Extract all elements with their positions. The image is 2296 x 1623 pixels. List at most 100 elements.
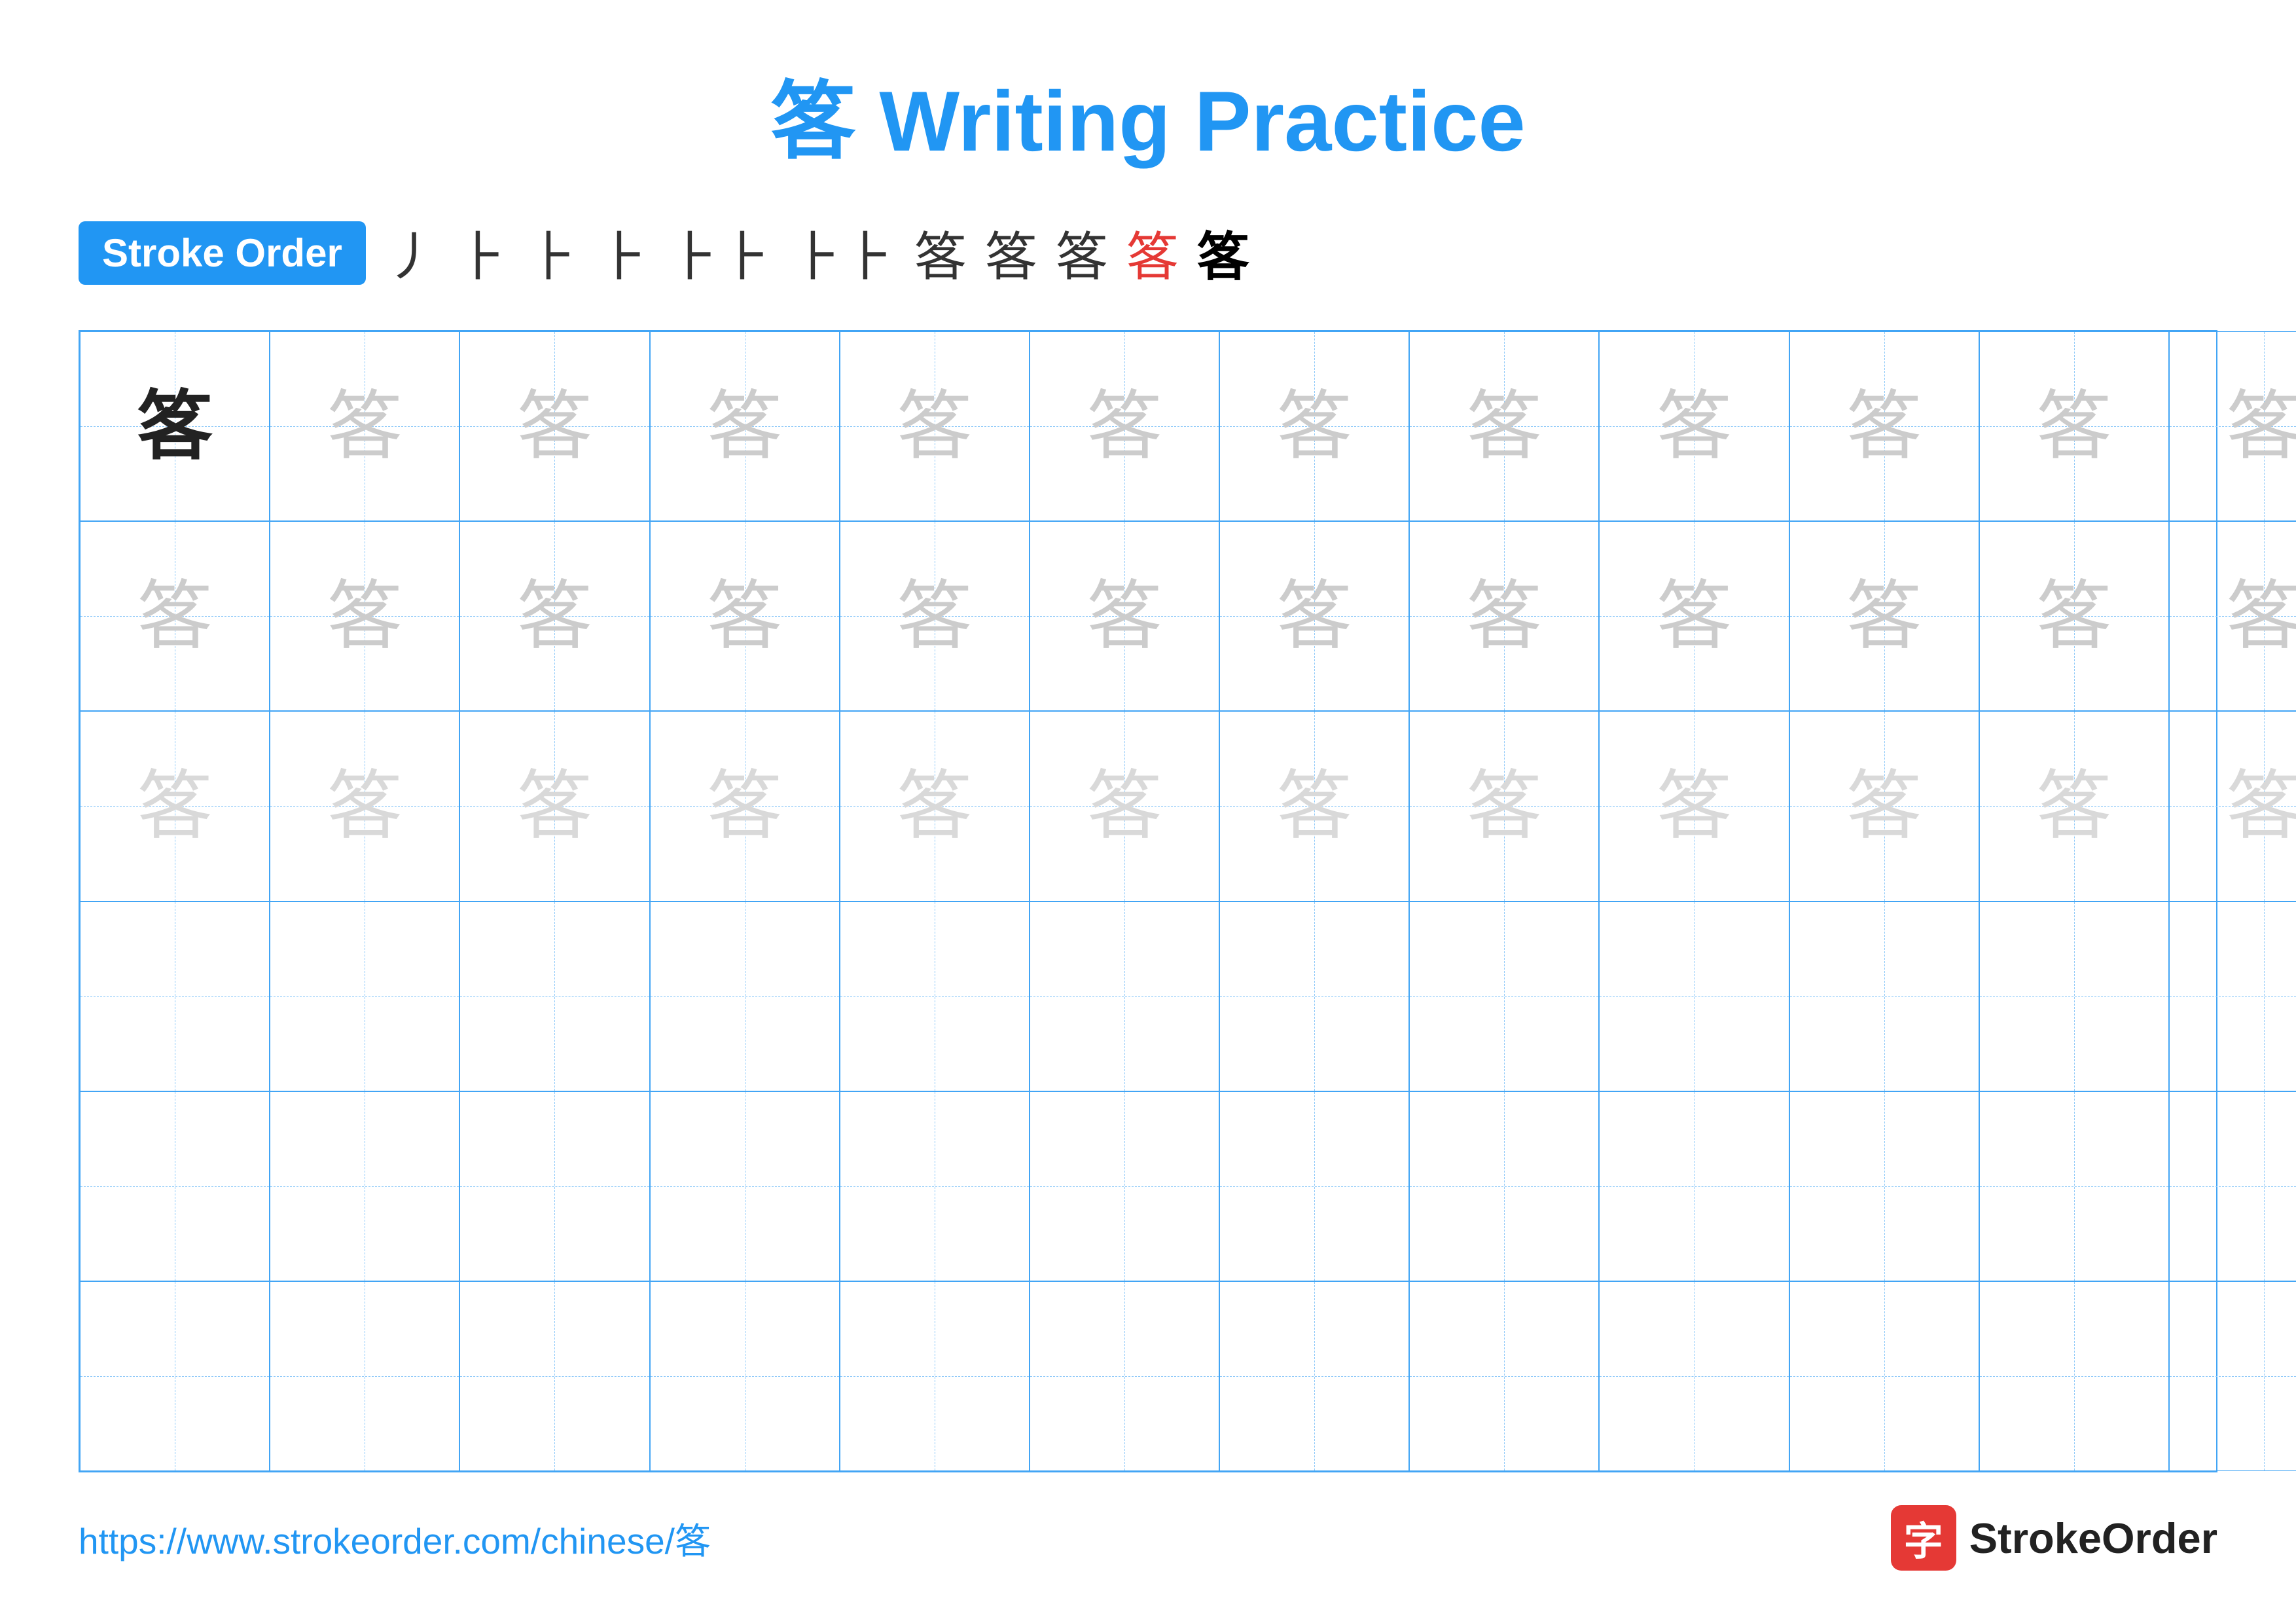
grid-cell[interactable] (270, 1281, 459, 1471)
grid-cell[interactable]: 笿 (459, 331, 649, 521)
grid-cell[interactable]: 笿 (459, 711, 649, 901)
practice-char: 笿 (137, 769, 213, 844)
footer-url[interactable]: https://www.strokeorder.com/chinese/笿 (79, 1512, 711, 1564)
grid-cell[interactable] (1979, 902, 2169, 1091)
grid-cell[interactable] (2169, 1091, 2296, 1281)
grid-cell[interactable]: 笿 (1030, 711, 1219, 901)
grid-cell[interactable] (80, 1091, 270, 1281)
grid-cell[interactable] (1599, 1281, 1789, 1471)
practice-char: 笿 (1086, 389, 1162, 464)
grid-cell[interactable]: 笿 (270, 521, 459, 711)
practice-char: 笿 (897, 769, 972, 844)
stroke-2: ⺊ (456, 215, 509, 291)
practice-char: 笿 (1657, 579, 1732, 654)
page-title: 笿 Writing Practice (770, 52, 1525, 175)
grid-cell[interactable]: 笿 (840, 521, 1030, 711)
grid-cell[interactable]: 笿 (459, 521, 649, 711)
practice-char: 笿 (1277, 769, 1352, 844)
stroke-8: 笿 (985, 215, 1037, 291)
grid-cell[interactable] (2169, 1281, 2296, 1471)
grid-cell[interactable] (1219, 1091, 1409, 1281)
practice-char: 笿 (517, 579, 592, 654)
grid-cell[interactable] (1030, 902, 1219, 1091)
stroke-6: ⺊⺊ (791, 215, 896, 291)
grid-cell[interactable] (840, 902, 1030, 1091)
grid-cell[interactable] (1789, 902, 1979, 1091)
grid-cell[interactable]: 笿 (1219, 711, 1409, 901)
practice-char: 笿 (327, 579, 403, 654)
grid-cell[interactable] (270, 1091, 459, 1281)
grid-cell[interactable] (840, 1281, 1030, 1471)
stroke-3: ⺊ (527, 215, 579, 291)
grid-cell[interactable] (1979, 1091, 2169, 1281)
practice-char: 笿 (1467, 579, 1542, 654)
grid-cell[interactable]: 笿 (80, 711, 270, 901)
practice-char: 笿 (1086, 769, 1162, 844)
grid-cell[interactable]: 笿 (1030, 521, 1219, 711)
grid-cell[interactable]: 笿 (1409, 331, 1599, 521)
grid-cell[interactable]: 笿 (1979, 711, 2169, 901)
grid-cell[interactable]: 笿 (1219, 521, 1409, 711)
writing-grid: 笿笿笿笿笿笿笿笿笿笿笿笿笿笿笿笿笿笿笿笿笿笿笿笿笿笿笿笿笿笿笿笿笿笿笿笿笿笿笿 (79, 330, 2217, 1472)
grid-cell[interactable]: 笿 (650, 711, 840, 901)
grid-cell[interactable] (1030, 1281, 1219, 1471)
grid-cell[interactable]: 笿 (1409, 711, 1599, 901)
grid-cell[interactable] (1409, 1281, 1599, 1471)
grid-cell[interactable]: 笿 (1409, 521, 1599, 711)
grid-cell[interactable] (1409, 1091, 1599, 1281)
grid-cell[interactable] (80, 1281, 270, 1471)
practice-char: 笿 (1277, 389, 1352, 464)
grid-cell[interactable] (459, 1281, 649, 1471)
grid-cell[interactable]: 笿 (270, 331, 459, 521)
grid-cell[interactable] (1979, 1281, 2169, 1471)
grid-cell[interactable]: 笿 (80, 521, 270, 711)
grid-cell[interactable] (459, 1091, 649, 1281)
grid-cell[interactable] (1409, 902, 1599, 1091)
stroke-order-row: Stroke Order 丿 ⺊ ⺊ ⺊ ⺊⺊ ⺊⺊ 笿 笿 笿 笿 笿 (79, 215, 2217, 291)
grid-cell[interactable]: 笿 (1789, 521, 1979, 711)
grid-cell[interactable] (80, 902, 270, 1091)
grid-cell[interactable]: 笿 (1599, 521, 1789, 711)
grid-cell[interactable]: 笿 (270, 711, 459, 901)
grid-cell[interactable]: 笿 (1979, 331, 2169, 521)
grid-cell[interactable] (1030, 1091, 1219, 1281)
grid-cell[interactable]: 笿 (2169, 331, 2296, 521)
grid-cell[interactable] (1789, 1091, 1979, 1281)
grid-cell[interactable]: 笿 (1979, 521, 2169, 711)
grid-cell[interactable] (1219, 1281, 1409, 1471)
practice-char: 笿 (327, 769, 403, 844)
grid-cell[interactable]: 笿 (1599, 331, 1789, 521)
grid-cell[interactable]: 笿 (2169, 711, 2296, 901)
grid-cell[interactable] (650, 1091, 840, 1281)
grid-cell[interactable] (1599, 902, 1789, 1091)
practice-char: 笿 (327, 389, 403, 464)
practice-char: 笿 (517, 389, 592, 464)
grid-cell[interactable] (840, 1091, 1030, 1281)
grid-cell[interactable]: 笿 (1789, 331, 1979, 521)
grid-cell[interactable]: 笿 (1219, 331, 1409, 521)
grid-cell[interactable]: 笿 (650, 331, 840, 521)
practice-char: 笿 (517, 769, 592, 844)
grid-cell[interactable]: 笿 (650, 521, 840, 711)
grid-cell[interactable]: 笿 (80, 331, 270, 521)
grid-cell[interactable] (1599, 1091, 1789, 1281)
practice-char: 笿 (897, 389, 972, 464)
logo-icon: 字 (1891, 1505, 1956, 1571)
grid-cell[interactable] (650, 1281, 840, 1471)
grid-cell[interactable]: 笿 (1599, 711, 1789, 901)
grid-cell[interactable]: 笿 (840, 711, 1030, 901)
grid-cell[interactable]: 笿 (840, 331, 1030, 521)
grid-cell[interactable]: 笿 (2169, 521, 2296, 711)
grid-cell[interactable]: 笿 (1030, 331, 1219, 521)
practice-char: 笿 (1467, 389, 1542, 464)
grid-cell[interactable] (2169, 902, 2296, 1091)
grid-cell[interactable] (650, 902, 840, 1091)
grid-cell[interactable] (1789, 1281, 1979, 1471)
grid-cell[interactable] (270, 902, 459, 1091)
stroke-11: 笿 (1197, 215, 1249, 291)
grid-cell[interactable] (1219, 902, 1409, 1091)
practice-char: 笿 (1657, 769, 1732, 844)
practice-char: 笿 (137, 579, 213, 654)
grid-cell[interactable]: 笿 (1789, 711, 1979, 901)
grid-cell[interactable] (459, 902, 649, 1091)
